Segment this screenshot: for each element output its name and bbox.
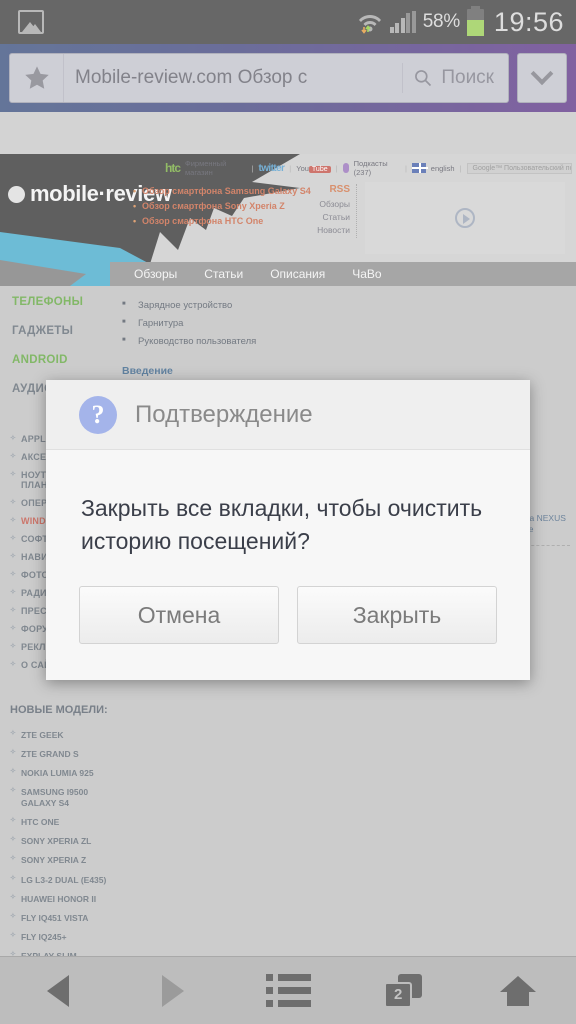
tabs-button[interactable]: 2 xyxy=(346,957,461,1024)
dialog-message: Закрыть все вкладки, чтобы очистить исто… xyxy=(81,495,483,554)
browser-bottom-nav: 2 xyxy=(0,956,576,1024)
dialog-buttons: Отмена Закрыть xyxy=(46,557,530,680)
confirmation-dialog: ? Подтверждение Закрыть все вкладки, что… xyxy=(46,380,530,681)
list-icon xyxy=(265,974,311,1007)
question-icon: ? xyxy=(79,395,117,434)
tabs-count-badge: 2 xyxy=(384,981,413,1008)
forward-button[interactable] xyxy=(115,957,230,1024)
confirm-close-button[interactable]: Закрыть xyxy=(297,586,497,645)
cancel-button[interactable]: Отмена xyxy=(79,586,279,645)
phone-screen: 58% 19:56 Mobile-review.com Обзор с Поис… xyxy=(0,0,576,1024)
home-icon xyxy=(500,975,537,1006)
back-button[interactable] xyxy=(0,957,115,1024)
forward-arrow-icon xyxy=(161,974,184,1007)
dialog-title: Подтверждение xyxy=(135,400,313,428)
bookmarks-button[interactable] xyxy=(230,957,345,1024)
home-button[interactable] xyxy=(461,957,576,1024)
tabs-icon: 2 xyxy=(384,973,423,1008)
dialog-body: Закрыть все вкладки, чтобы очистить исто… xyxy=(46,450,530,557)
back-arrow-icon xyxy=(46,974,69,1007)
dialog-header: ? Подтверждение xyxy=(46,380,530,450)
